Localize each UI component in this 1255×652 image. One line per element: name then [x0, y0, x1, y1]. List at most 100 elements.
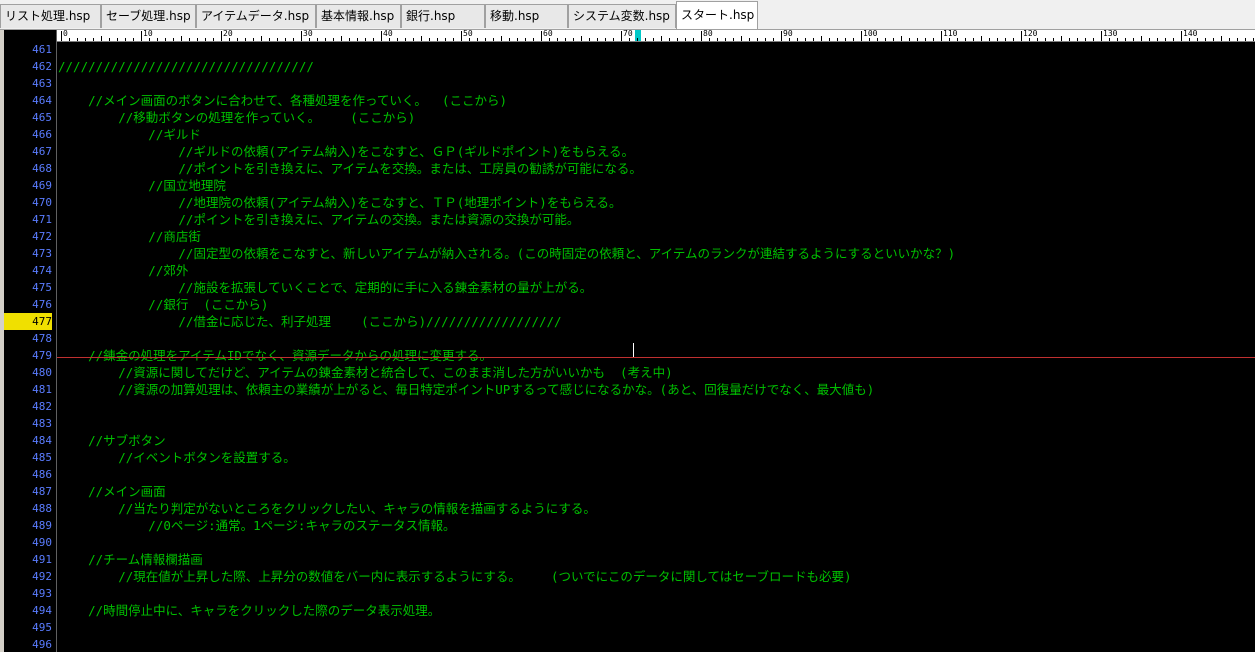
- code-line[interactable]: 482: [0, 398, 1255, 415]
- code-line[interactable]: 478: [0, 330, 1255, 347]
- code-text[interactable]: //ギルドの依頼(アイテム納入)をこなすと、ＧＰ(ギルドポイント)をもらえる。: [58, 143, 634, 160]
- code-line[interactable]: 480 //資源に関してだけど、アイテムの錬金素材と統合して、このまま消した方が…: [0, 364, 1255, 381]
- line-number: 468: [32, 162, 52, 175]
- code-text[interactable]: //ポイントを引き換えに、アイテムの交換。または資源の交換が可能。: [58, 211, 579, 228]
- ruler-tick: [541, 31, 542, 41]
- file-tab[interactable]: アイテムデータ.hsp: [196, 4, 316, 28]
- code-line[interactable]: 477 //借金に応じた、利子処理 (ここから)////////////////…: [0, 313, 1255, 330]
- line-number: 473: [32, 247, 52, 260]
- code-text[interactable]: //銀行 (ここから): [58, 296, 268, 313]
- code-text[interactable]: //借金に応じた、利子処理 (ここから)//////////////////: [58, 313, 561, 330]
- line-number: 479: [32, 349, 52, 362]
- code-line[interactable]: 467 //ギルドの依頼(アイテム納入)をこなすと、ＧＰ(ギルドポイント)をもら…: [0, 143, 1255, 160]
- code-line[interactable]: 485 //イベントボタンを設置する。: [0, 449, 1255, 466]
- code-line[interactable]: 492 //現在値が上昇した際、上昇分の数値をバー内に表示するようにする。 (つ…: [0, 568, 1255, 585]
- code-line[interactable]: 461: [0, 41, 1255, 58]
- file-tab[interactable]: 銀行.hsp: [401, 4, 485, 28]
- code-line[interactable]: 473 //固定型の依頼をこなすと、新しいアイテムが納入される。(この時固定の依…: [0, 245, 1255, 262]
- line-number: 490: [32, 536, 52, 549]
- code-text[interactable]: //資源に関してだけど、アイテムの錬金素材と統合して、このまま消した方がいいかも…: [58, 364, 672, 381]
- code-text[interactable]: //国立地理院: [58, 177, 226, 194]
- code-line[interactable]: 488 //当たり判定がないところをクリックしたい、キャラの情報を描画するように…: [0, 500, 1255, 517]
- code-text[interactable]: //資源の加算処理は、依頼主の業績が上がると、毎日特定ポイントUPするって感じに…: [58, 381, 874, 398]
- code-text[interactable]: //当たり判定がないところをクリックしたい、キャラの情報を描画するようにする。: [58, 500, 596, 517]
- code-line[interactable]: 490: [0, 534, 1255, 551]
- code-text[interactable]: //施設を拡張していくことで、定期的に手に入る錬金素材の量が上がる。: [58, 279, 592, 296]
- line-number: 462: [32, 60, 52, 73]
- code-text[interactable]: //メイン画面: [58, 483, 166, 500]
- line-number: 475: [32, 281, 52, 294]
- line-number: 477: [4, 313, 52, 330]
- file-tab[interactable]: システム変数.hsp: [568, 4, 676, 28]
- ruler-tick: [61, 31, 62, 41]
- code-line[interactable]: 475 //施設を拡張していくことで、定期的に手に入る錬金素材の量が上がる。: [0, 279, 1255, 296]
- code-text[interactable]: //現在値が上昇した際、上昇分の数値をバー内に表示するようにする。 (ついでにこ…: [58, 568, 851, 585]
- code-line[interactable]: 464 //メイン画面のボタンに合わせて、各種処理を作っていく。 (ここから): [0, 92, 1255, 109]
- code-line[interactable]: 468 //ポイントを引き換えに、アイテムを交換。または、工房員の勧誘が可能にな…: [0, 160, 1255, 177]
- code-line[interactable]: 471 //ポイントを引き換えに、アイテムの交換。または資源の交換が可能。: [0, 211, 1255, 228]
- line-number: 476: [32, 298, 52, 311]
- code-text[interactable]: //0ページ:通常。1ページ:キャラのステータス情報。: [58, 517, 455, 534]
- line-number: 482: [32, 400, 52, 413]
- ruler-tick: [221, 31, 222, 41]
- code-line[interactable]: 479 //錬金の処理をアイテムIDでなく、資源データからの処理に変更する。: [0, 347, 1255, 364]
- file-tab[interactable]: 基本情報.hsp: [316, 4, 401, 28]
- code-text[interactable]: //イベントボタンを設置する。: [58, 449, 296, 466]
- code-line[interactable]: 484 //サブボタン: [0, 432, 1255, 449]
- code-line[interactable]: 494 //時間停止中に、キャラをクリックした際のデータ表示処理。: [0, 602, 1255, 619]
- code-line[interactable]: 476 //銀行 (ここから): [0, 296, 1255, 313]
- code-text[interactable]: //固定型の依頼をこなすと、新しいアイテムが納入される。(この時固定の依頼と、ア…: [58, 245, 955, 262]
- code-line[interactable]: 489 //0ページ:通常。1ページ:キャラのステータス情報。: [0, 517, 1255, 534]
- code-line[interactable]: 472 //商店街: [0, 228, 1255, 245]
- code-text[interactable]: //錬金の処理をアイテムIDでなく、資源データからの処理に変更する。: [58, 347, 492, 364]
- code-line[interactable]: 487 //メイン画面: [0, 483, 1255, 500]
- code-text[interactable]: //ポイントを引き換えに、アイテムを交換。または、工房員の勧誘が可能になる。: [58, 160, 641, 177]
- code-line[interactable]: 463: [0, 75, 1255, 92]
- ruler-label: 130: [1103, 30, 1118, 38]
- code-text[interactable]: //商店街: [58, 228, 201, 245]
- line-number: 486: [32, 468, 52, 481]
- code-line[interactable]: 465 //移動ボタンの処理を作っていく。 (ここから): [0, 109, 1255, 126]
- code-text[interactable]: //ギルド: [58, 126, 201, 143]
- line-number: 485: [32, 451, 52, 464]
- ruler-label: 70: [623, 30, 633, 38]
- code-line[interactable]: 474 //郊外: [0, 262, 1255, 279]
- file-tab[interactable]: 移動.hsp: [485, 4, 568, 28]
- line-number: 466: [32, 128, 52, 141]
- code-line[interactable]: 486: [0, 466, 1255, 483]
- code-line[interactable]: 496: [0, 636, 1255, 652]
- file-tab[interactable]: セーブ処理.hsp: [101, 4, 196, 28]
- code-text[interactable]: //サブボタン: [58, 432, 166, 449]
- code-text[interactable]: //郊外: [58, 262, 188, 279]
- ruler-label: 40: [383, 30, 393, 38]
- file-tab[interactable]: リスト処理.hsp: [0, 4, 101, 28]
- ruler-label: 90: [783, 30, 793, 38]
- line-number: 489: [32, 519, 52, 532]
- ruler-tick: [861, 31, 862, 41]
- code-line[interactable]: 491 //チーム情報欄描画: [0, 551, 1255, 568]
- code-editor[interactable]: 0 10 20 30 40 50 60 70 80 90 100 110 120 130 140 461 46…: [0, 30, 1255, 652]
- code-line[interactable]: 481 //資源の加算処理は、依頼主の業績が上がると、毎日特定ポイントUPするっ…: [0, 381, 1255, 398]
- ruler-tick: [701, 31, 702, 41]
- code-line[interactable]: 470 //地理院の依頼(アイテム納入)をこなすと、ＴＰ(地理ポイント)をもらえ…: [0, 194, 1255, 211]
- file-tab[interactable]: スタート.hsp: [676, 1, 758, 29]
- line-number: 494: [32, 604, 52, 617]
- code-text[interactable]: //メイン画面のボタンに合わせて、各種処理を作っていく。 (ここから): [58, 92, 507, 109]
- text-caret: [633, 343, 634, 357]
- code-line[interactable]: 469 //国立地理院: [0, 177, 1255, 194]
- line-number: 472: [32, 230, 52, 243]
- code-line[interactable]: 462 //////////////////////////////////: [0, 58, 1255, 75]
- code-text[interactable]: //時間停止中に、キャラをクリックした際のデータ表示処理。: [58, 602, 440, 619]
- line-number: 483: [32, 417, 52, 430]
- ruler-label: 110: [943, 30, 958, 38]
- code-line[interactable]: 493: [0, 585, 1255, 602]
- code-text[interactable]: //////////////////////////////////: [58, 58, 314, 75]
- code-line[interactable]: 483: [0, 415, 1255, 432]
- code-line[interactable]: 495: [0, 619, 1255, 636]
- ruler-label: 20: [223, 30, 233, 38]
- line-number: 461: [32, 43, 52, 56]
- code-line[interactable]: 466 //ギルド: [0, 126, 1255, 143]
- code-text[interactable]: //チーム情報欄描画: [58, 551, 203, 568]
- code-text[interactable]: //地理院の依頼(アイテム納入)をこなすと、ＴＰ(地理ポイント)をもらえる。: [58, 194, 621, 211]
- code-text[interactable]: //移動ボタンの処理を作っていく。 (ここから): [58, 109, 415, 126]
